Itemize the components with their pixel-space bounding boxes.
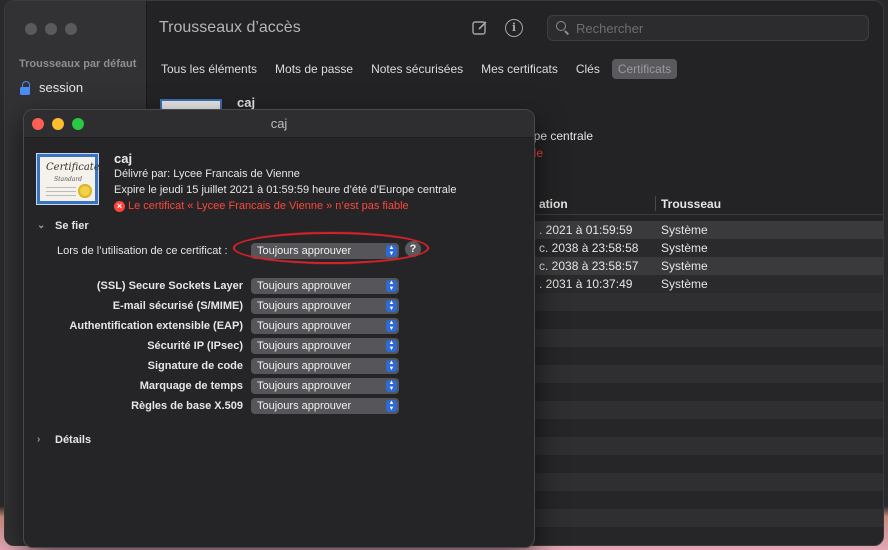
red-highlight-annotation [233, 232, 429, 264]
policy-label: E-mail sécurisé (S/MIME) [112, 300, 243, 312]
sidebar-item-session[interactable]: session [19, 80, 83, 95]
popup-value: Toujours approuver [257, 340, 352, 352]
updown-arrows-icon: ▲ ▼ [386, 380, 397, 392]
cell-keychain: Système [661, 259, 708, 273]
updown-arrows-icon: ▲ ▼ [386, 320, 397, 332]
column-header-keychain[interactable]: Trousseau [661, 197, 721, 211]
popup-value: Toujours approuver [257, 360, 352, 372]
tab-all-items[interactable]: Tous les éléments [155, 59, 263, 79]
search-icon [556, 21, 570, 35]
details-disclosure[interactable]: › Détails [37, 434, 91, 446]
popup-value: Toujours approuver [257, 300, 352, 312]
cell-keychain: Système [661, 277, 708, 291]
popup-value: Toujours approuver [257, 400, 352, 412]
policy-label: Authentification extensible (EAP) [69, 320, 243, 332]
zoom-button[interactable] [65, 23, 77, 35]
details-label: Détails [55, 434, 92, 446]
tab-passwords[interactable]: Mots de passe [269, 59, 359, 79]
updown-arrows-icon: ▲ ▼ [386, 400, 397, 412]
chevron-right-icon: › [37, 434, 41, 445]
seal-icon [78, 184, 92, 198]
certificate-name: caj [114, 151, 133, 166]
detail-expiry: ope centrale [527, 129, 594, 143]
popup-value: Toujours approuver [257, 280, 352, 292]
policy-popup[interactable]: Toujours approuver ▲ ▼ [251, 278, 399, 294]
trust-label: Se fier [55, 220, 89, 232]
policy-label: Sécurité IP (IPsec) [147, 340, 243, 352]
tab-keys[interactable]: Clés [570, 59, 606, 79]
cell-expiration: c. 2038 à 23:58:57 [539, 259, 639, 273]
certificate-dialog: caj Certificate Standard caj Délivré par… [23, 109, 535, 548]
updown-arrows-icon: ▲ ▼ [386, 300, 397, 312]
policy-label: Marquage de temps [139, 380, 243, 392]
info-icon[interactable]: i [505, 19, 523, 37]
policy-label: Signature de code [147, 360, 243, 372]
search-field[interactable] [547, 15, 869, 41]
column-divider[interactable] [655, 196, 656, 211]
toolbar: Trousseaux d’accès i [147, 1, 883, 57]
window-title: Trousseaux d’accès [159, 19, 301, 36]
expiry-date: Expire le jeudi 15 juillet 2021 à 01:59:… [114, 184, 457, 196]
cell-expiration: c. 2038 à 23:58:58 [539, 241, 639, 255]
dialog-titlebar: caj [24, 110, 534, 138]
tab-secure-notes[interactable]: Notes sécurisées [365, 59, 469, 79]
dialog-title: caj [270, 116, 288, 131]
window-controls [25, 23, 77, 35]
certificate-name: caj [237, 95, 256, 110]
tab-certificates[interactable]: Certificats [611, 59, 678, 79]
policy-popup[interactable]: Toujours approuver ▲ ▼ [251, 298, 399, 314]
error-icon: × [114, 200, 125, 212]
certificate-icon-subtitle: Standard [54, 176, 83, 183]
compose-icon[interactable] [471, 19, 489, 37]
sidebar-heading: Trousseaux par défaut [19, 58, 137, 70]
column-header-expiration[interactable]: ation [539, 197, 568, 211]
popup-value: Toujours approuver [257, 320, 352, 332]
untrusted-warning: × Le certificat « Lycee Francais de Vien… [114, 200, 409, 212]
updown-arrows-icon: ▲ ▼ [386, 280, 397, 292]
updown-arrows-icon: ▲ ▼ [386, 360, 397, 372]
certificate-icon: Certificate Standard [36, 153, 100, 205]
policy-popup[interactable]: Toujours approuver ▲ ▼ [251, 318, 399, 334]
cell-keychain: Système [661, 241, 708, 255]
policy-popup[interactable]: Toujours approuver ▲ ▼ [251, 338, 399, 354]
cell-keychain: Système [661, 223, 708, 237]
cell-expiration: . 2021 à 01:59:59 [539, 223, 633, 237]
policy-popup[interactable]: Toujours approuver ▲ ▼ [251, 398, 399, 414]
sidebar-item-label: session [39, 80, 84, 95]
minimize-button[interactable] [45, 23, 57, 35]
warning-text: Le certificat « Lycee Francais de Vienne… [128, 200, 409, 212]
close-button[interactable] [25, 23, 37, 35]
when-using-label: Lors de l’utilisation de ce certificat : [57, 245, 228, 257]
category-tabs: Tous les éléments Mots de passe Notes sé… [155, 59, 678, 79]
lock-icon [19, 80, 31, 95]
chevron-down-icon: ⌄ [37, 220, 46, 231]
tab-my-certificates[interactable]: Mes certificats [475, 59, 564, 79]
search-input[interactable] [576, 20, 856, 36]
updown-arrows-icon: ▲ ▼ [386, 340, 397, 352]
policy-popup[interactable]: Toujours approuver ▲ ▼ [251, 358, 399, 374]
policy-label: (SSL) Secure Sockets Layer [96, 280, 243, 292]
popup-value: Toujours approuver [257, 380, 352, 392]
issued-by: Délivré par: Lycee Francais de Vienne [114, 168, 300, 180]
certificate-icon-title: Certificate [46, 162, 100, 173]
cell-expiration: . 2031 à 10:37:49 [539, 277, 633, 291]
policy-label: Règles de base X.509 [131, 400, 243, 412]
policy-popup[interactable]: Toujours approuver ▲ ▼ [251, 378, 399, 394]
trust-disclosure[interactable]: ⌄ Se fier [37, 220, 89, 232]
